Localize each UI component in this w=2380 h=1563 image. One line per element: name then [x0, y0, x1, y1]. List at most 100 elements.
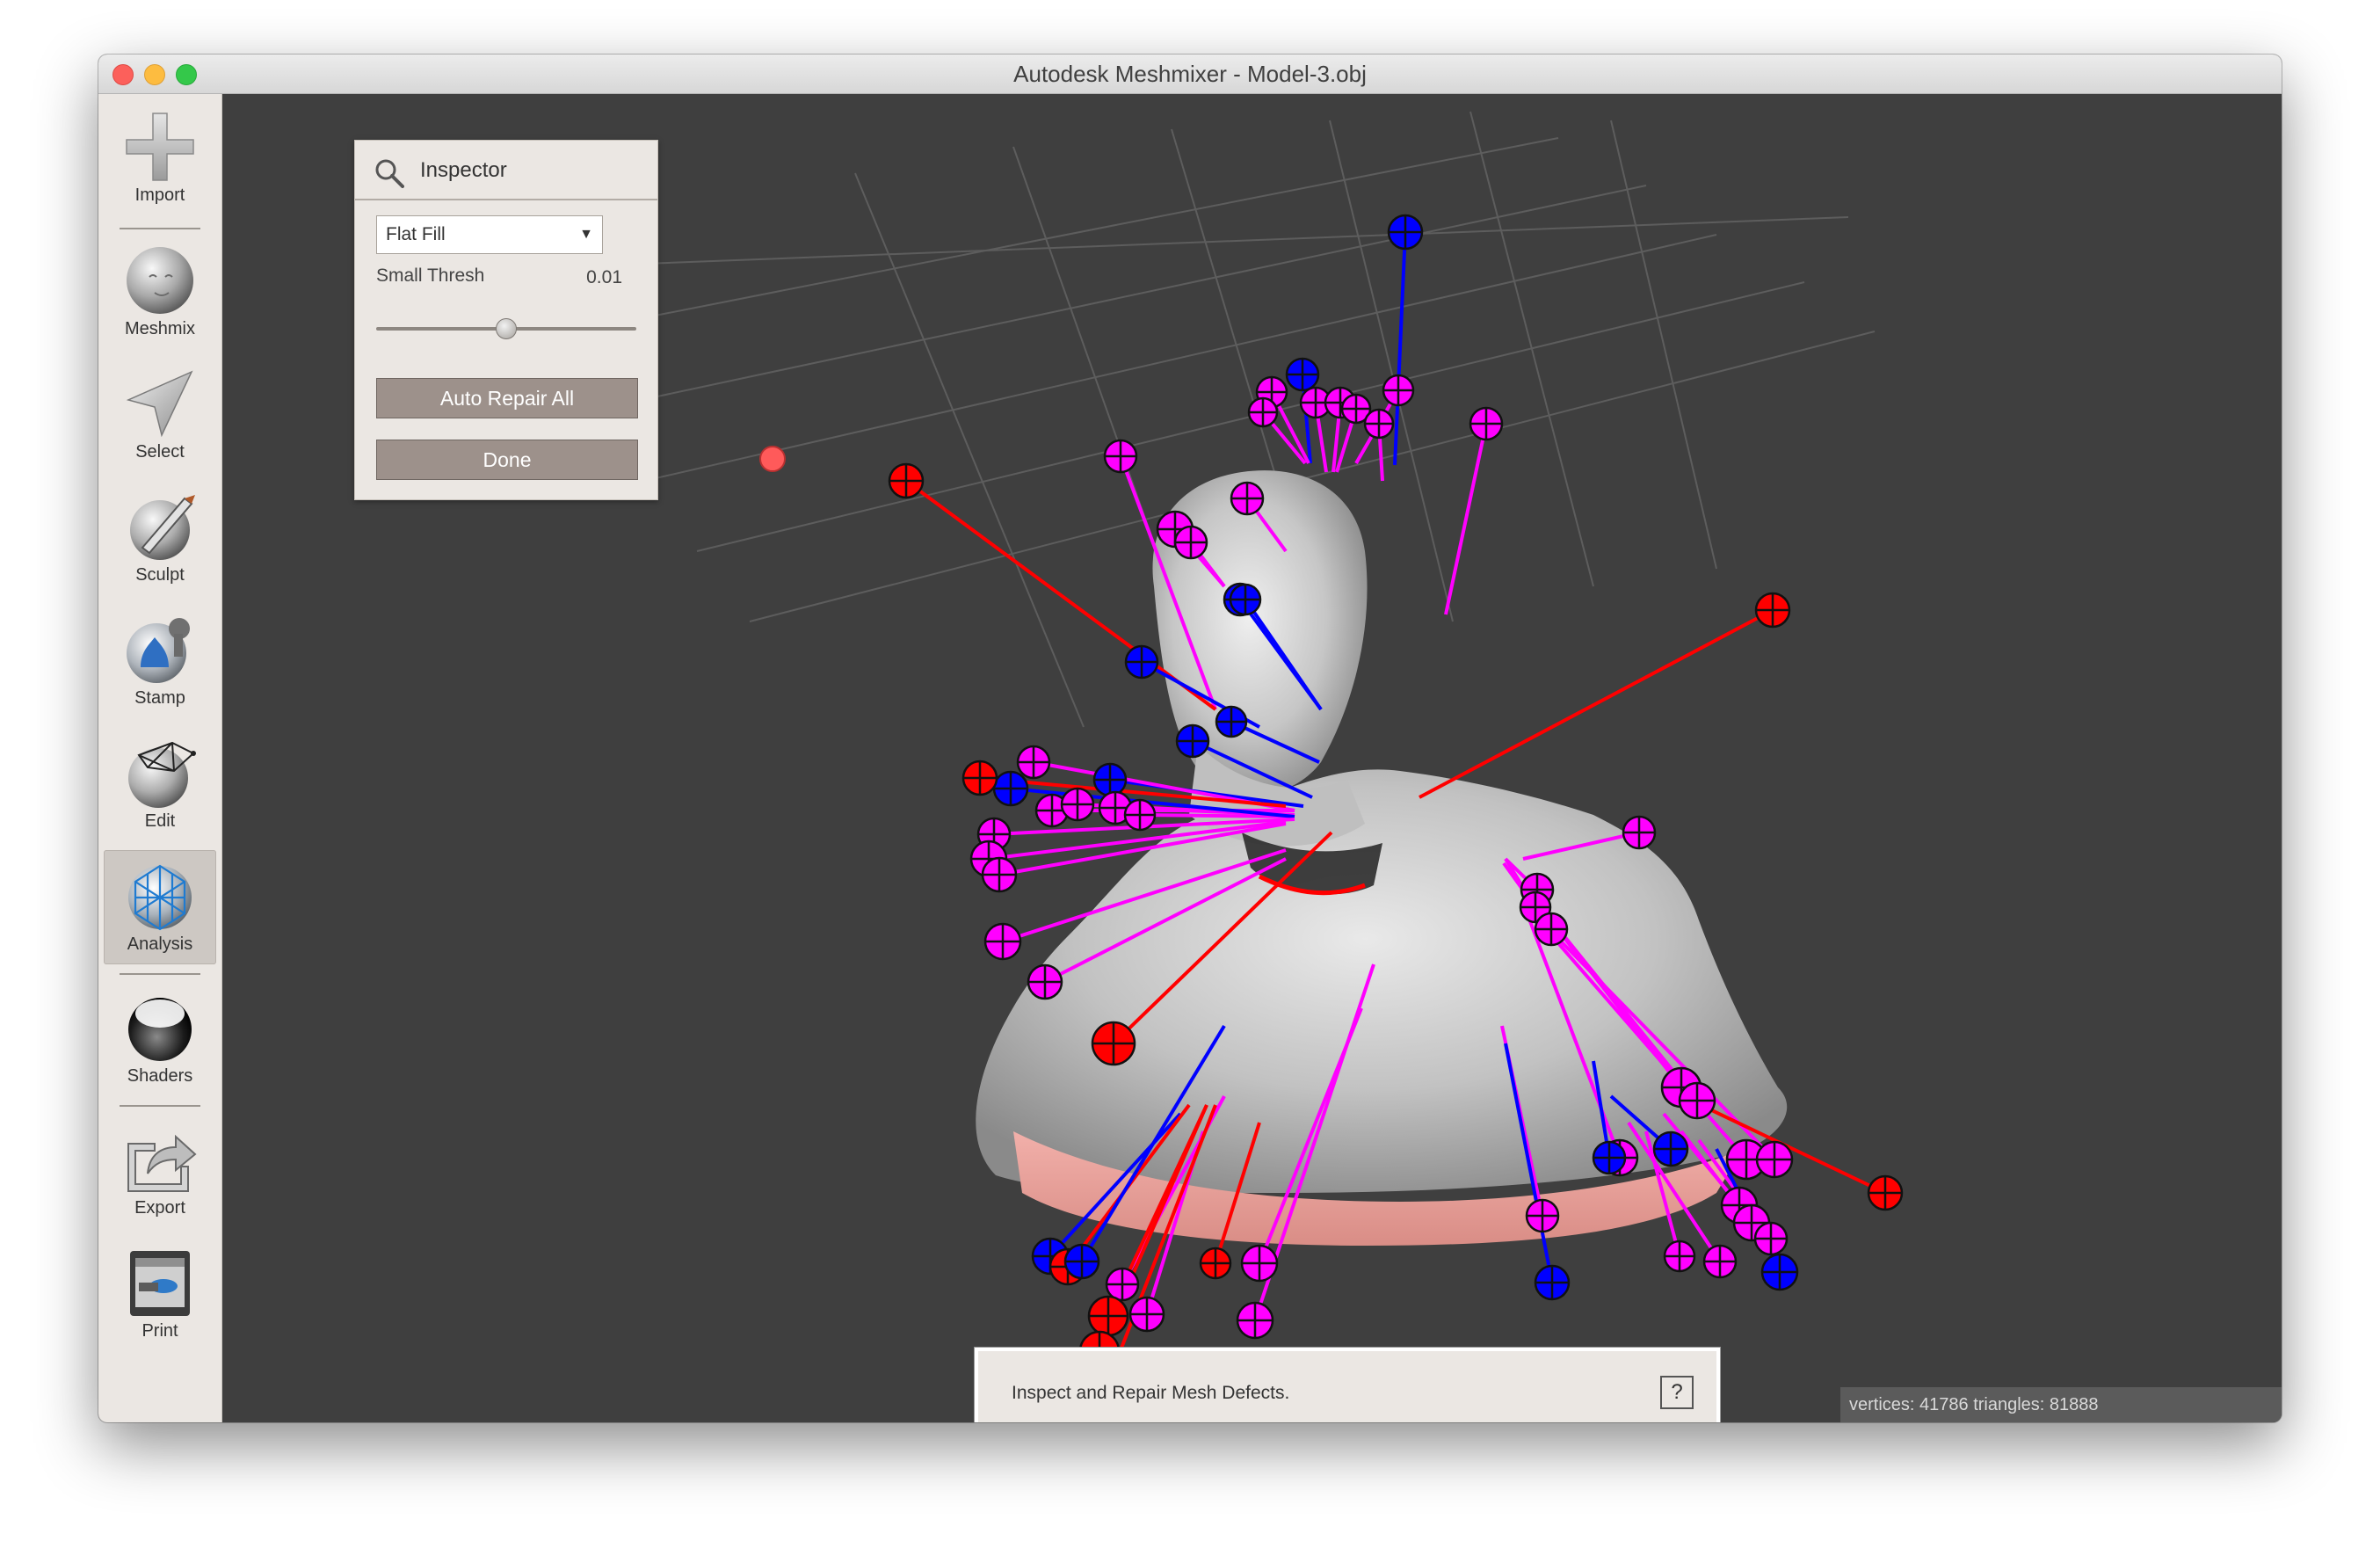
- defect-marker[interactable]: [1754, 592, 1791, 629]
- hint-box: Inspect and Repair Mesh Defects. ?: [975, 1348, 1720, 1422]
- stamp-tool[interactable]: Stamp: [104, 604, 216, 718]
- analysis-sphere-icon: [128, 864, 192, 931]
- defect-marker[interactable]: [1652, 1130, 1689, 1167]
- 3d-viewport[interactable]: Inspector Flat Fill ▼ Small Thresh 0.01 …: [222, 94, 2282, 1422]
- defect-marker[interactable]: [1534, 912, 1569, 947]
- auto-repair-all-button[interactable]: Auto Repair All: [376, 378, 638, 418]
- defect-marker[interactable]: [1087, 1295, 1129, 1337]
- defect-marker[interactable]: [1592, 1140, 1627, 1175]
- import-tool[interactable]: Import: [104, 101, 216, 215]
- defect-marker[interactable]: [1091, 1021, 1136, 1066]
- edit-mesh-icon: [128, 741, 196, 808]
- meshmix-head-icon: [127, 247, 193, 314]
- defect-marker[interactable]: [983, 922, 1022, 961]
- tool-label: Select: [135, 442, 185, 462]
- tool-label: Sculpt: [135, 565, 185, 585]
- defect-marker[interactable]: [1103, 439, 1138, 474]
- defect-marker[interactable]: [1199, 1247, 1232, 1280]
- edit-tool[interactable]: Edit: [104, 727, 216, 841]
- fill-mode-dropdown[interactable]: Flat Fill ▼: [376, 215, 603, 254]
- tool-label: Import: [134, 185, 185, 205]
- title-bar: Autodesk Meshmixer - Model-3.obj: [98, 55, 2282, 94]
- defect-connector-line: [1419, 608, 1774, 799]
- inspector-header: Inspector: [355, 141, 657, 200]
- defect-marker[interactable]: [992, 770, 1029, 807]
- defect-marker[interactable]: [1173, 525, 1208, 560]
- inspector-title: Inspector: [420, 158, 507, 182]
- defect-marker[interactable]: [1128, 1296, 1165, 1333]
- defect-connector-line: [1393, 231, 1407, 466]
- defect-marker[interactable]: [1240, 1244, 1279, 1283]
- tool-label: Stamp: [134, 688, 185, 708]
- defect-marker[interactable]: [1285, 357, 1320, 392]
- defect-marker[interactable]: [1387, 214, 1424, 251]
- tool-label: Edit: [144, 811, 176, 831]
- defect-connector-line: [1444, 423, 1488, 615]
- shader-sphere-icon: [128, 998, 192, 1061]
- shaders-tool[interactable]: Shaders: [104, 982, 216, 1096]
- export-tool[interactable]: Export: [104, 1114, 216, 1228]
- search-icon: [375, 159, 404, 188]
- plus-icon: [126, 113, 194, 181]
- brush-icon: [130, 495, 195, 560]
- select-tool[interactable]: Select: [104, 358, 216, 472]
- toolbar-divider: [120, 228, 200, 229]
- defect-marker[interactable]: [1230, 481, 1265, 516]
- defect-marker[interactable]: [1755, 1140, 1794, 1179]
- defect-marker[interactable]: [981, 856, 1018, 893]
- stamp-icon: [127, 618, 190, 683]
- defect-marker[interactable]: [888, 462, 925, 499]
- mesh-stats-status: vertices: 41786 triangles: 81888: [1840, 1387, 2282, 1422]
- export-icon: [127, 1134, 197, 1192]
- defect-marker[interactable]: [1753, 1221, 1789, 1256]
- defect-marker[interactable]: [1525, 1198, 1560, 1233]
- defect-marker[interactable]: [1175, 723, 1210, 759]
- tool-label: Print: [141, 1321, 178, 1341]
- small-thresh-slider-handle[interactable]: [496, 318, 517, 339]
- analysis-tool[interactable]: Analysis: [104, 850, 216, 964]
- defect-marker[interactable]: [1663, 1239, 1696, 1273]
- defect-marker[interactable]: [1247, 396, 1279, 428]
- defect-marker[interactable]: [1229, 583, 1262, 616]
- inspector-panel: Inspector Flat Fill ▼ Small Thresh 0.01 …: [354, 140, 658, 500]
- defect-marker[interactable]: [1016, 745, 1051, 780]
- app-window: Autodesk Meshmixer - Model-3.obj Import …: [98, 55, 2282, 1422]
- defect-marker[interactable]: [1215, 705, 1248, 738]
- defect-marker[interactable]: [1702, 1244, 1738, 1279]
- chevron-down-icon: ▼: [579, 227, 593, 242]
- defect-marker[interactable]: [1063, 1243, 1100, 1280]
- left-toolbar: Import Meshmix Select Sculpt Stamp Edit …: [98, 94, 222, 1422]
- meshmix-tool[interactable]: Meshmix: [104, 235, 216, 349]
- print-tool[interactable]: Print: [104, 1237, 216, 1351]
- defect-marker[interactable]: [1382, 374, 1415, 407]
- defect-marker[interactable]: [1236, 1301, 1274, 1340]
- arrow-cursor-icon: [126, 370, 193, 438]
- tool-label: Meshmix: [124, 319, 195, 338]
- tool-label: Export: [134, 1198, 185, 1218]
- sculpt-tool[interactable]: Sculpt: [104, 481, 216, 595]
- defect-marker[interactable]: [961, 760, 998, 796]
- fill-mode-value: Flat Fill: [386, 224, 446, 244]
- defect-marker[interactable]: [1363, 408, 1395, 440]
- defect-marker[interactable]: [1622, 815, 1657, 850]
- defect-marker[interactable]: [1124, 644, 1159, 680]
- done-button[interactable]: Done: [376, 440, 638, 480]
- defect-marker[interactable]: [1092, 762, 1128, 797]
- tool-label: Shaders: [127, 1066, 193, 1086]
- defect-marker[interactable]: [1123, 798, 1157, 832]
- defect-marker[interactable]: [1678, 1081, 1716, 1120]
- printer-icon: [130, 1251, 190, 1316]
- tool-label: Analysis: [127, 934, 193, 954]
- defect-marker[interactable]: [1105, 1267, 1140, 1302]
- defect-marker[interactable]: [1027, 963, 1063, 1000]
- defect-marker[interactable]: [1060, 787, 1095, 822]
- defect-marker[interactable]: [1760, 1253, 1799, 1291]
- small-thresh-value: 0.01: [586, 267, 622, 287]
- small-thresh-label: Small Thresh: [376, 265, 485, 286]
- window-title: Autodesk Meshmixer - Model-3.obj: [1013, 61, 1367, 87]
- defect-marker[interactable]: [1867, 1174, 1904, 1211]
- defect-marker[interactable]: [1469, 406, 1504, 441]
- pivot-point-marker[interactable]: [759, 446, 786, 472]
- help-button[interactable]: ?: [1660, 1376, 1694, 1409]
- defect-marker[interactable]: [1534, 1264, 1571, 1301]
